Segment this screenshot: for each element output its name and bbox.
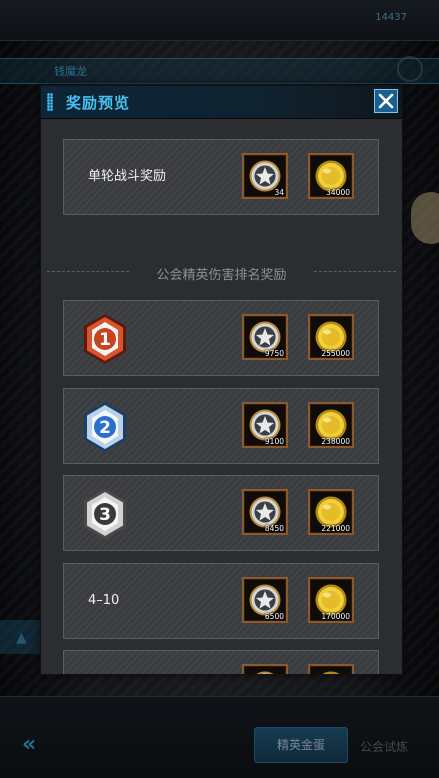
reward-preview-dialog: 奖励预览 单轮战斗奖励 34 34000 公会精英伤害排名奖励 1 9750 2… xyxy=(41,86,402,674)
gold-coin-slot[interactable]: 34000 xyxy=(308,153,354,199)
grip-icon xyxy=(47,93,53,111)
item-quantity: 8450 xyxy=(264,524,284,533)
item-quantity: 9100 xyxy=(264,437,284,446)
close-icon xyxy=(378,93,394,109)
section-title: 公会精英伤害排名奖励 xyxy=(156,268,287,283)
svg-text:2: 2 xyxy=(99,418,111,438)
svg-text:3: 3 xyxy=(99,505,111,525)
rank-4-10-reward-row: 4–10 6500 170000 xyxy=(63,563,379,639)
dialog-header: 奖励预览 xyxy=(41,86,402,119)
up-arrow-icon: ▲ xyxy=(16,630,27,646)
dialog-title: 奖励预览 xyxy=(66,94,131,112)
gold-coin-slot[interactable]: 238000 xyxy=(308,402,354,448)
back-arrow-icon: « xyxy=(22,732,37,757)
bottom-bar xyxy=(0,696,439,778)
guild-trial-label: 公会试炼 xyxy=(360,740,409,754)
single-battle-reward-row: 单轮战斗奖励 34 34000 xyxy=(63,139,379,215)
silver-medal-slot[interactable]: 8450 xyxy=(242,489,288,535)
item-quantity: 34 xyxy=(274,188,284,197)
rank-range-label: 4–10 xyxy=(88,593,120,608)
item-quantity: 9750 xyxy=(264,349,284,358)
tab-strip: 钱魔龙 xyxy=(0,58,439,84)
close-button[interactable] xyxy=(374,89,398,113)
rank-3-reward-row: 3 8450 221000 xyxy=(63,475,379,551)
svg-text:1: 1 xyxy=(99,330,111,350)
side-action-button xyxy=(411,192,439,244)
rank-1-badge-icon: 1 xyxy=(84,314,126,364)
rank-2-reward-row: 2 9100 238000 xyxy=(63,388,379,464)
dialog-body[interactable]: 单轮战斗奖励 34 34000 公会精英伤害排名奖励 1 9750 255000… xyxy=(41,118,402,674)
silver-medal-slot[interactable]: 6500 xyxy=(242,577,288,623)
section-divider: 公会精英伤害排名奖励 xyxy=(47,264,396,283)
silver-medal-icon xyxy=(256,671,274,674)
rank-3-badge-icon: 3 xyxy=(84,489,126,539)
item-quantity: 221000 xyxy=(321,524,350,533)
next-reward-row xyxy=(63,650,379,674)
gold-coin-slot[interactable]: 170000 xyxy=(308,577,354,623)
silver-medal-slot[interactable]: 34 xyxy=(242,153,288,199)
tab-label: 钱魔龙 xyxy=(54,65,87,78)
gold-coin-icon xyxy=(322,671,340,674)
top-bar: 14437 xyxy=(0,0,439,41)
item-quantity: 6500 xyxy=(264,612,284,621)
item-quantity: 238000 xyxy=(321,437,350,446)
silver-medal-slot[interactable] xyxy=(242,664,288,674)
item-quantity: 255000 xyxy=(321,349,350,358)
gold-coin-slot[interactable] xyxy=(308,664,354,674)
item-quantity: 34000 xyxy=(326,188,350,197)
settings-icon xyxy=(397,56,423,82)
elite-button: 精英金蛋 xyxy=(254,727,348,763)
single-battle-label: 单轮战斗奖励 xyxy=(88,169,167,184)
silver-medal-slot[interactable]: 9750 xyxy=(242,314,288,360)
gold-coin-slot[interactable]: 221000 xyxy=(308,489,354,535)
silver-medal-slot[interactable]: 9100 xyxy=(242,402,288,448)
rank-2-badge-icon: 2 xyxy=(84,402,126,452)
gold-coin-slot[interactable]: 255000 xyxy=(308,314,354,360)
rank-1-reward-row: 1 9750 255000 xyxy=(63,300,379,376)
item-quantity: 170000 xyxy=(321,612,350,621)
currency-readout: 14437 xyxy=(375,12,407,23)
